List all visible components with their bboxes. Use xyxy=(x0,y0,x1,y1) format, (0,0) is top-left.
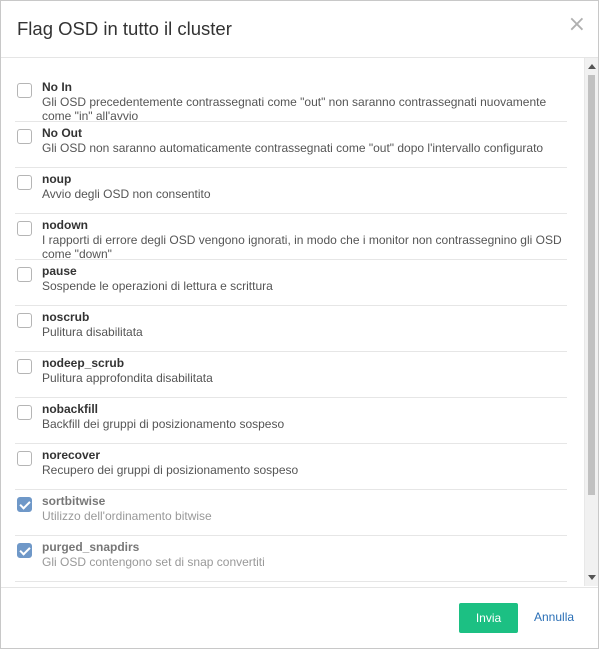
dialog-header: Flag OSD in tutto il cluster × xyxy=(1,1,598,58)
dialog-footer: Invia Annulla xyxy=(1,587,598,649)
flag-checkbox[interactable] xyxy=(17,313,32,328)
flag-description: I rapporti di errore degli OSD vengono i… xyxy=(42,233,562,261)
flag-item-purged-snapdirs[interactable]: purged_snapdirs Gli OSD contengono set di… xyxy=(15,536,567,582)
flag-description: Pulitura disabilitata xyxy=(42,325,143,339)
flag-item-nodown[interactable]: nodown I rapporti di errore degli OSD ven… xyxy=(15,214,567,261)
flag-checkbox[interactable] xyxy=(17,129,32,144)
flag-item-noup[interactable]: noup Avvio degli OSD non consentito xyxy=(15,168,567,214)
flag-description: Gli OSD contengono set di snap convertit… xyxy=(42,555,265,569)
flag-checkbox[interactable] xyxy=(17,175,32,190)
flag-list: No In Gli OSD precedentemente contrassegn… xyxy=(15,76,567,586)
flag-checkbox[interactable] xyxy=(17,405,32,420)
scrollbar-thumb[interactable] xyxy=(588,75,595,495)
flag-item-pause[interactable]: pause Sospende le operazioni di lettura e… xyxy=(15,260,567,306)
flag-description: Sospende le operazioni di lettura e scri… xyxy=(42,279,273,293)
flag-name: sortbitwise xyxy=(42,494,106,508)
flag-name: purged_snapdirs xyxy=(42,540,140,554)
flag-description: Avvio degli OSD non consentito xyxy=(42,187,211,201)
flag-item-recovery-deletes[interactable]: recovery_deletes xyxy=(15,582,567,586)
flag-item-nodeep-scrub[interactable]: nodeep_scrub Pulitura approfondita disabi… xyxy=(15,352,567,398)
flag-name: noup xyxy=(42,172,72,186)
flag-description: Pulitura approfondita disabilitata xyxy=(42,371,213,385)
scroll-down-icon[interactable] xyxy=(588,575,596,580)
flag-checkbox[interactable] xyxy=(17,543,32,558)
cancel-link[interactable]: Annulla xyxy=(534,610,574,624)
flag-item-no-in[interactable]: No In Gli OSD precedentemente contrassegn… xyxy=(15,76,567,123)
flag-name: nodeep_scrub xyxy=(42,356,125,370)
flag-name: nodown xyxy=(42,218,88,232)
close-icon[interactable]: × xyxy=(568,14,586,36)
flag-checkbox[interactable] xyxy=(17,497,32,512)
scroll-up-icon[interactable] xyxy=(588,64,596,69)
flag-name: No In xyxy=(42,80,72,94)
flag-item-nobackfill[interactable]: nobackfill Backfill dei gruppi di posizio… xyxy=(15,398,567,444)
flag-item-noscrub[interactable]: noscrub Pulitura disabilitata xyxy=(15,306,567,352)
dialog-title: Flag OSD in tutto il cluster xyxy=(17,18,232,39)
flag-checkbox[interactable] xyxy=(17,451,32,466)
flag-description: Backfill dei gruppi di posizionamento so… xyxy=(42,417,285,431)
flag-item-norecover[interactable]: norecover Recupero dei gruppi di posizion… xyxy=(15,444,567,490)
flag-checkbox[interactable] xyxy=(17,359,32,374)
flag-checkbox[interactable] xyxy=(17,221,32,236)
flag-description: Utilizzo dell'ordinamento bitwise xyxy=(42,509,212,523)
flag-description: Gli OSD non saranno automaticamente cont… xyxy=(42,141,544,155)
flag-item-sortbitwise[interactable]: sortbitwise Utilizzo dell'ordinamento bit… xyxy=(15,490,567,536)
flag-checkbox[interactable] xyxy=(17,267,32,282)
osd-flags-dialog: Flag OSD in tutto il cluster × No In Gli … xyxy=(0,0,599,649)
flag-item-no-out[interactable]: No Out Gli OSD non saranno automaticament… xyxy=(15,122,567,168)
flag-name: noscrub xyxy=(42,310,90,324)
flag-name: No Out xyxy=(42,126,82,140)
flag-description: Gli OSD precedentemente contrassegnati c… xyxy=(42,95,547,123)
scrollbar[interactable] xyxy=(584,58,598,586)
flag-checkbox[interactable] xyxy=(17,83,32,98)
flag-name: pause xyxy=(42,264,77,278)
flag-name: norecover xyxy=(42,448,101,462)
dialog-body: No In Gli OSD precedentemente contrassegn… xyxy=(1,58,598,586)
flag-name: nobackfill xyxy=(42,402,99,416)
submit-button[interactable]: Invia xyxy=(459,603,518,633)
flag-description: Recupero dei gruppi di posizionamento so… xyxy=(42,463,299,477)
